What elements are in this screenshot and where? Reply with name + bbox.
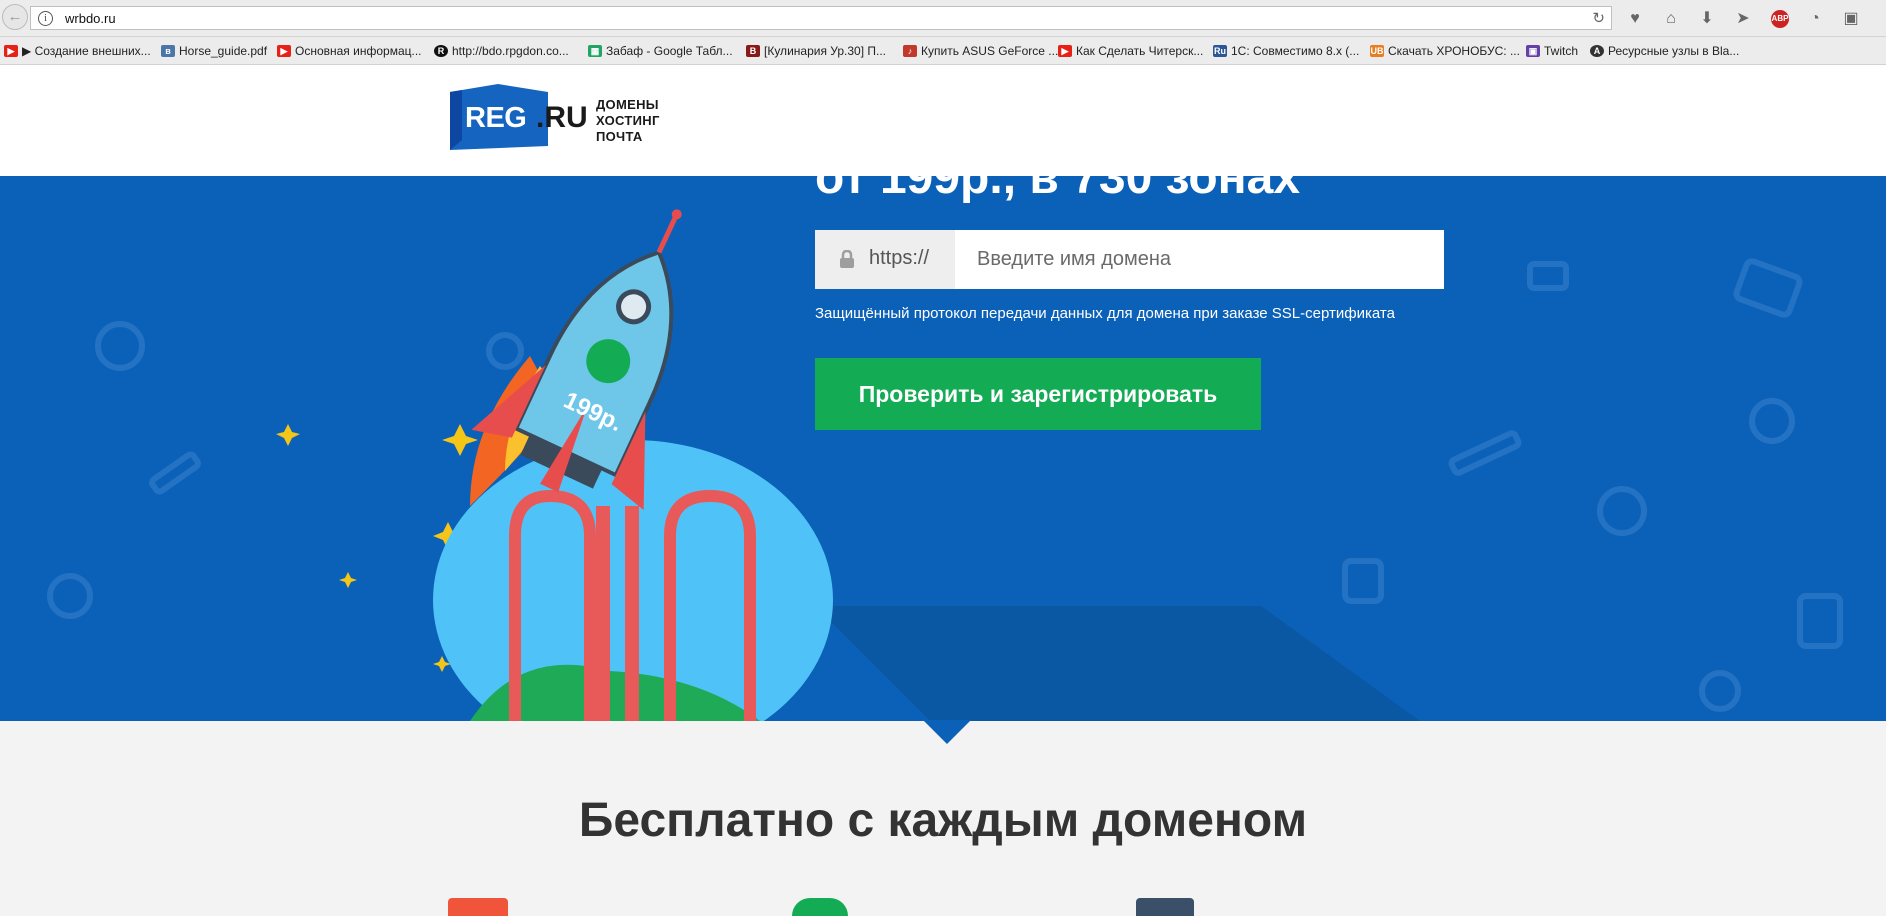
protocol-prefix: https://: [815, 230, 955, 289]
bookmark-item[interactable]: ▦ Забаф - Google Табл...: [588, 42, 733, 60]
ub-icon: UB: [1370, 45, 1384, 57]
bookmark-item[interactable]: Rhttp://bdo.rpgdon.co...: [434, 42, 569, 60]
lock-icon: [840, 250, 854, 268]
bookmarks-bar: ▶ ▶ Создание внешних... в Horse_guide.pdf …: [0, 37, 1886, 65]
bug-icon: [1342, 558, 1384, 604]
user-icon: [1699, 670, 1741, 712]
reload-icon[interactable]: ↻: [1592, 9, 1605, 27]
rent-icon: [1448, 430, 1522, 476]
clock-icon: [95, 321, 145, 371]
rent-icon: [149, 451, 201, 495]
shield-icon[interactable]: ▣: [1840, 8, 1862, 30]
bookmark-item[interactable]: ▶ ▶ Создание внешних...: [4, 42, 151, 60]
bookmark-item[interactable]: ▶ Основная информац...: [277, 42, 422, 60]
bookmark-item[interactable]: UB Скачать ХРОНОБУС: ...: [1370, 42, 1520, 60]
url-text[interactable]: wrbdo.ru: [65, 11, 116, 26]
bookmark-item[interactable]: B [Кулинария Ур.30] П...: [746, 42, 886, 60]
bookmark-item[interactable]: Ru 1С: Совместимо 8.x (...: [1213, 42, 1359, 60]
send-icon[interactable]: ➤: [1732, 8, 1754, 30]
twitch-icon: ▣: [1526, 45, 1540, 57]
browser-icon: [1733, 258, 1803, 318]
logo-tld[interactable]: .RU: [536, 101, 588, 135]
ssl-note: Защищённый протокол передачи данных для …: [815, 305, 1395, 322]
globe-icon: [486, 332, 524, 370]
bug-icon: [47, 573, 93, 619]
shop-icon: ♪: [903, 45, 917, 57]
youtube-icon: ▶: [4, 45, 18, 57]
domain-search-input[interactable]: [955, 230, 1444, 289]
logo-name[interactable]: REG: [465, 102, 527, 135]
bookmark-item[interactable]: A Ресурсные узлы в Bla...: [1590, 42, 1739, 60]
shield-icon: [1797, 593, 1843, 649]
hero-caret: [923, 720, 971, 744]
info-icon[interactable]: i: [38, 11, 53, 26]
browser-toolbar: ← i wrbdo.ru ↻ ♥ ⌂ ⬇ ➤ ABP ◔ ▣: [0, 0, 1886, 37]
hero-title: Регистрация доменов от 199р., в 730 зона…: [815, 91, 1338, 204]
pocket-icon[interactable]: ♥: [1624, 8, 1646, 30]
amc-icon: A: [1590, 45, 1604, 57]
domain-search-form: https://: [815, 230, 1444, 289]
bookmark-item[interactable]: в Horse_guide.pdf: [161, 42, 267, 60]
rpg-icon: R: [434, 45, 448, 57]
globe-icon: [1749, 398, 1795, 444]
protocol-text: https://: [869, 247, 930, 269]
sheets-icon: ▦: [588, 45, 602, 57]
logo-tagline: ДОМЕНЫ ХОСТИНГ ПОЧТА: [596, 97, 660, 144]
email-feature-icon: [448, 898, 508, 916]
shield-feature-icon: [792, 898, 848, 916]
clock-icon: [1597, 486, 1647, 536]
home-icon[interactable]: ⌂: [1660, 8, 1682, 30]
adblock-icon[interactable]: ABP: [1771, 10, 1789, 28]
bdo-icon: B: [746, 45, 760, 57]
bookmark-item[interactable]: ▣ Twitch: [1526, 42, 1578, 60]
server-feature-icon: [1136, 898, 1194, 916]
check-and-register-button[interactable]: Проверить и зарегистрировать: [815, 358, 1261, 430]
youtube-icon: ▶: [1058, 45, 1072, 57]
vk-icon: в: [161, 45, 175, 57]
youtube-icon: ▶: [277, 45, 291, 57]
address-bar[interactable]: i wrbdo.ru ↻: [30, 6, 1612, 30]
free-with-domain-heading: Бесплатно с каждым доменом: [578, 794, 1308, 847]
download-icon[interactable]: ⬇: [1696, 8, 1718, 30]
bookmark-item[interactable]: ♪ Купить ASUS GeForce ...: [903, 42, 1058, 60]
back-button[interactable]: ←: [2, 4, 28, 30]
history-icon[interactable]: ◔: [1804, 8, 1826, 30]
bookmark-item[interactable]: ▶ Как Сделать Читерск...: [1058, 42, 1203, 60]
ru-icon: Ru: [1213, 45, 1227, 57]
server-icon: [1527, 261, 1569, 291]
